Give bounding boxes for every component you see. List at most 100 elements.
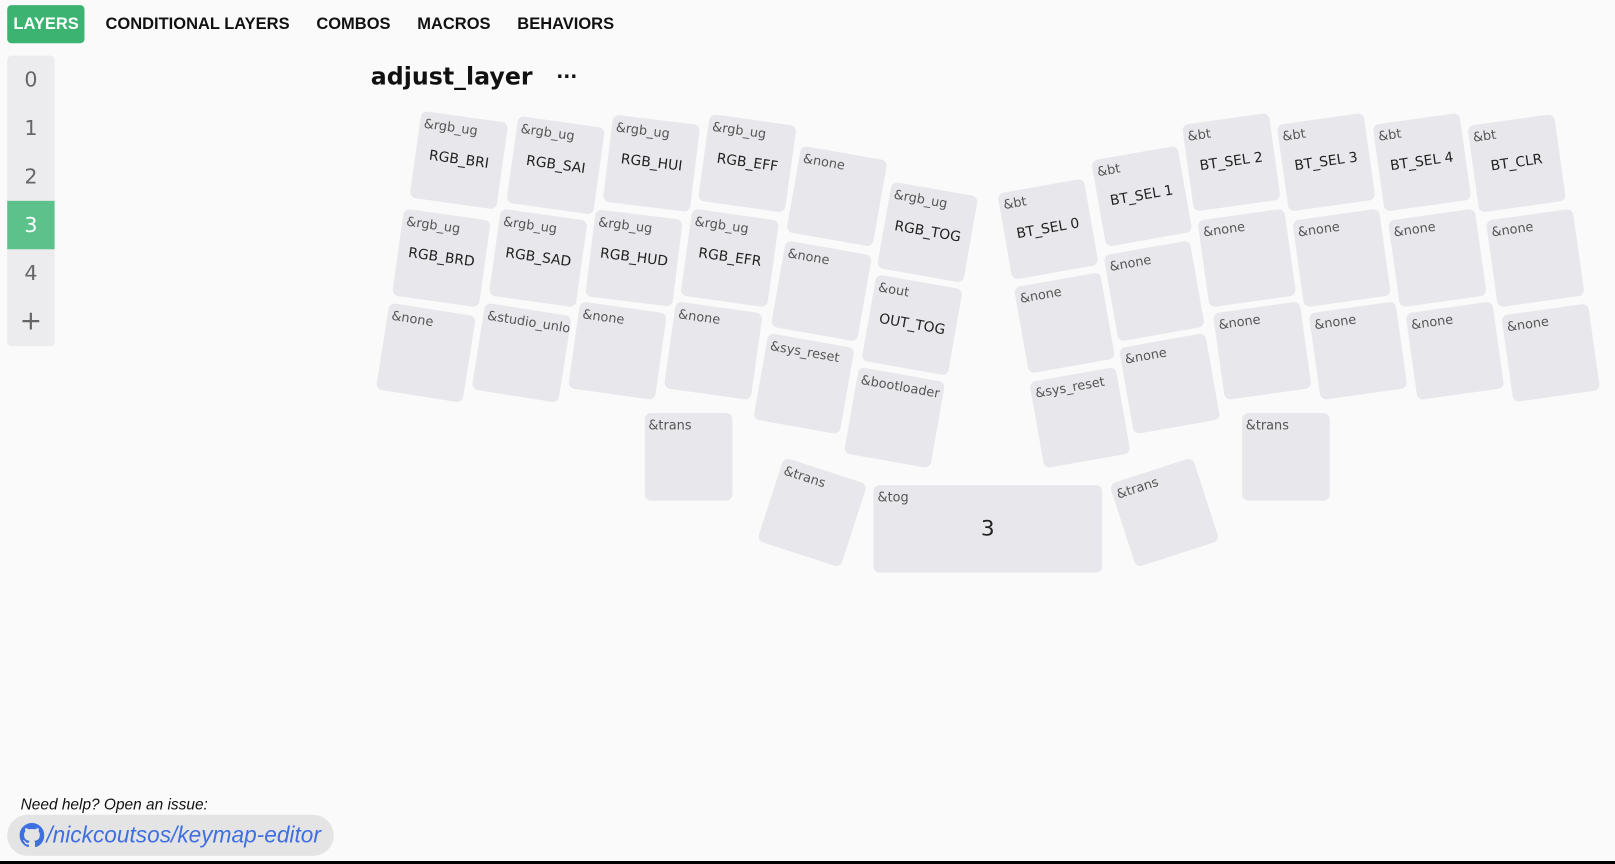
key[interactable]: &none [375,302,476,403]
key-param[interactable]: RGB_EFF [702,148,791,177]
key-param[interactable]: OUT_TOG [867,308,956,339]
key-param[interactable]: RGB_BRD [396,243,485,272]
key-param[interactable]: RGB_HUI [607,149,696,176]
tab-behaviors[interactable]: BEHAVIORS [511,5,620,43]
key-behavior[interactable]: &none [786,245,830,268]
key-param[interactable]: 3 [873,516,1102,541]
key[interactable]: &none [1196,208,1296,307]
key[interactable]: &sys_reset [752,332,855,434]
key-behavior[interactable]: &bt [1002,192,1028,211]
key-behavior[interactable]: &rgb_ug [711,118,767,141]
key[interactable]: &none [1118,332,1220,434]
key-behavior[interactable]: &bt [1186,125,1211,144]
key[interactable]: &rgb_ug RGB_TOG [876,181,978,283]
key-behavior[interactable]: &none [1217,311,1261,332]
key-behavior[interactable]: &bootloader [859,371,940,400]
key[interactable]: &rgb_ug RGB_HUD [584,208,683,307]
key-behavior[interactable]: &none [1313,311,1357,332]
key-behavior[interactable]: &rgb_ug [519,120,575,143]
key-behavior[interactable]: &studio_unlock [486,307,571,338]
key[interactable]: &trans [1241,412,1330,501]
key-behavior[interactable]: &bt [1377,125,1402,144]
key-behavior[interactable]: &sys_reset [1034,373,1106,400]
key[interactable]: &rgb_ug RGB_BRI [408,110,508,210]
key-behavior[interactable]: &bt [1471,126,1496,145]
key[interactable]: &bt BT_CLR [1466,113,1566,213]
key-behavior[interactable]: &bt [1281,125,1306,144]
key[interactable]: &trans [644,412,732,501]
key-behavior[interactable]: &none [802,150,846,173]
key-behavior[interactable]: &none [390,307,434,329]
tab-conditional-layers[interactable]: CONDITIONAL LAYERS [99,5,295,43]
key-behavior[interactable]: &tog [878,489,909,504]
key[interactable]: &rgb_ug RGB_EFF [697,113,797,213]
layer-item-0[interactable]: 0 [7,56,54,104]
layer-title[interactable]: adjust_layer [371,64,533,91]
key-behavior[interactable]: &rgb_ug [615,119,671,141]
key[interactable]: &trans [756,456,867,568]
layer-item-2[interactable]: 2 [7,152,54,200]
key-behavior[interactable]: &none [1123,344,1167,367]
key[interactable]: &none [567,300,667,400]
key[interactable]: &bt BT_SEL 3 [1276,112,1376,212]
key[interactable]: &bt BT_SEL 4 [1371,112,1471,212]
key[interactable]: &studio_unlock [471,302,572,403]
key[interactable]: &none [1404,300,1504,400]
key-param[interactable]: BT_SEL 1 [1097,179,1186,210]
key-param[interactable]: BT_SEL 3 [1281,147,1370,176]
key-param[interactable]: RGB_BRI [414,145,503,174]
key[interactable]: &none [1212,300,1312,400]
key[interactable]: &rgb_ug RGB_EFR [679,208,779,307]
key-param[interactable]: RGB_EFR [685,243,774,272]
key[interactable]: &bt BT_SEL 1 [1090,144,1192,247]
key[interactable]: &bt BT_SEL 0 [996,177,1099,280]
tab-combos[interactable]: COMBOS [310,5,397,43]
key[interactable]: &none [1387,208,1487,307]
key-param[interactable]: BT_SEL 0 [1003,212,1092,243]
key-behavior[interactable]: &rgb_ug [502,213,558,236]
key[interactable]: &none [1013,271,1115,374]
key[interactable]: &bt BT_SEL 2 [1181,112,1281,212]
key-param[interactable]: RGB_SAI [511,150,600,179]
key[interactable]: &tog 3 [873,484,1103,573]
key[interactable]: &bootloader [843,366,945,468]
key[interactable]: &none [785,144,888,247]
key-behavior[interactable]: &rgb_ug [693,213,749,236]
key-param[interactable]: BT_SEL 2 [1186,147,1275,176]
key-behavior[interactable]: &trans [781,462,827,490]
key-behavior[interactable]: &trans [1114,473,1160,501]
key[interactable]: &trans [1108,456,1220,568]
tab-macros[interactable]: MACROS [411,5,497,43]
layer-item-1[interactable]: 1 [7,104,54,152]
key-param[interactable]: RGB_TOG [883,216,972,247]
key-behavior[interactable]: &none [1108,251,1152,274]
key-behavior[interactable]: &none [1018,283,1062,306]
repo-link[interactable]: /nickcoutsos/keymap-editor [7,814,334,856]
key-behavior[interactable]: &none [1490,218,1534,239]
key[interactable]: &none [1102,239,1205,342]
key-behavior[interactable]: &none [677,305,721,326]
key[interactable]: &out OUT_TOG [860,273,963,376]
key-behavior[interactable]: &bt [1095,159,1121,178]
key-behavior[interactable]: &rgb_ug [405,213,461,236]
key-behavior[interactable]: &trans [1246,417,1289,432]
key-param[interactable]: RGB_HUD [589,243,678,270]
key[interactable]: &rgb_ug RGB_HUI [602,113,700,212]
layer-item-4[interactable]: 4 [7,249,54,297]
key-behavior[interactable]: &none [1505,313,1549,334]
key-behavior[interactable]: &none [1410,311,1454,332]
key-behavior[interactable]: &out [877,279,910,300]
key[interactable]: &none [1308,300,1407,400]
key-behavior[interactable]: &none [1392,218,1436,239]
key-behavior[interactable]: &sys_reset [769,337,841,364]
key[interactable]: &none [1291,208,1391,307]
key[interactable]: &none [1485,208,1585,307]
key[interactable]: &sys_reset [1028,366,1131,468]
add-layer-button[interactable]: + [7,298,54,346]
tab-layers[interactable]: LAYERS [7,5,85,44]
key-param[interactable]: BT_SEL 4 [1377,147,1466,176]
key-behavior[interactable]: &none [1202,218,1246,239]
key-behavior[interactable]: &rgb_ug [422,115,478,138]
key-behavior[interactable]: &none [581,305,625,326]
key-behavior[interactable]: &none [1296,218,1340,239]
